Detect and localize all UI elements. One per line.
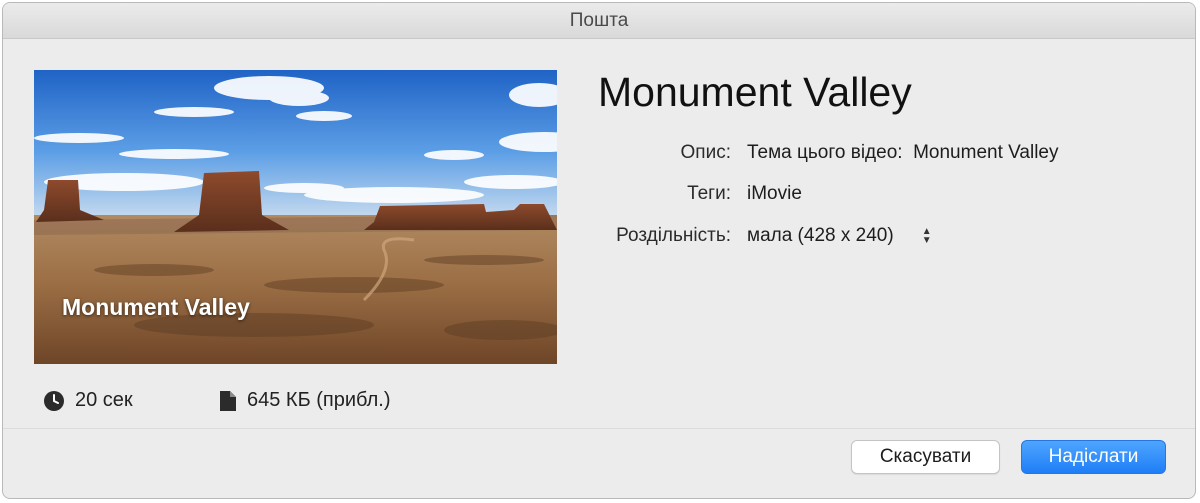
video-thumbnail: Monument Valley <box>34 70 557 364</box>
resolution-label: Роздільність: <box>616 225 731 246</box>
file-size-text: 645 КБ (прибл.) <box>247 389 391 411</box>
description-row: Опис: Тема цього відео: Monument Valley <box>563 142 1059 164</box>
send-button[interactable]: Надіслати <box>1021 440 1166 474</box>
document-icon <box>219 390 237 412</box>
description-label: Опис: <box>680 142 731 163</box>
movie-title: Monument Valley <box>598 69 912 115</box>
footer-divider <box>3 428 1195 429</box>
description-field[interactable]: Тема цього відео: Monument Valley <box>747 142 1058 164</box>
chevron-updown-icon[interactable]: ▲ ▼ <box>922 227 932 246</box>
window-title: Пошта <box>569 9 629 31</box>
cancel-button[interactable]: Скасувати <box>851 440 1000 474</box>
tags-label: Теги: <box>687 183 731 204</box>
tags-row: Теги: iMovie <box>563 183 802 205</box>
title-bar: Пошта <box>3 3 1195 39</box>
tags-field[interactable]: iMovie <box>747 183 802 205</box>
thumbnail-caption: Monument Valley <box>62 294 250 320</box>
duration-text: 20 сек <box>75 389 133 411</box>
clock-icon <box>43 390 65 412</box>
file-size-info: 645 КБ (прибл.) <box>219 389 391 412</box>
resolution-row: Роздільність: мала (428 x 240) ▲ ▼ <box>563 225 932 247</box>
resolution-select[interactable]: мала (428 x 240) <box>747 225 894 247</box>
share-dialog: Пошта Monument Valley 20 сек 645 КБ (при… <box>2 2 1196 499</box>
duration-info: 20 сек <box>43 389 133 412</box>
